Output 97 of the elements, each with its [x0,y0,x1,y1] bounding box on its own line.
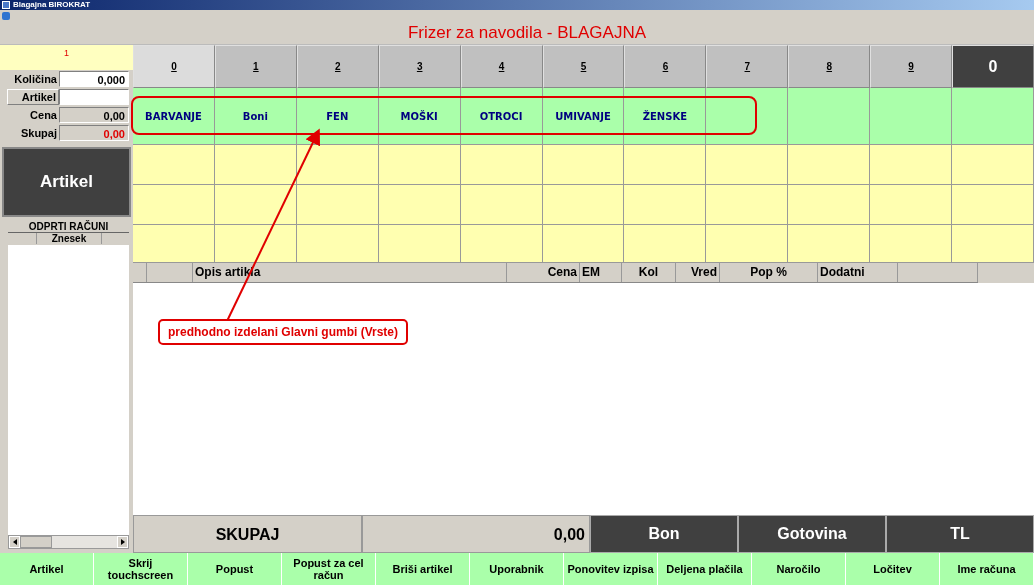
column-header: EM [580,263,622,282]
item-button[interactable] [378,225,461,263]
group-button[interactable]: UMIVANJE [542,88,625,145]
value-field[interactable]: 0,000 [59,70,129,87]
scroll-left-icon[interactable] [9,536,20,548]
number-key[interactable]: 6 [624,45,707,88]
number-key[interactable]: 4 [460,45,543,88]
number-key[interactable]: 5 [542,45,625,88]
item-button[interactable] [133,185,215,225]
item-button[interactable] [952,145,1034,185]
function-button[interactable]: Uporabnik [470,553,564,585]
field-label: Cena [29,108,58,121]
number-key[interactable]: 9 [870,45,953,88]
group-button[interactable] [952,88,1034,145]
item-button[interactable] [624,225,707,263]
number-key[interactable]: 1 [214,45,297,88]
column-header: Pop % [720,263,818,282]
number-key[interactable]: 3 [378,45,461,88]
function-button[interactable]: Ločitev [846,553,940,585]
scroll-thumb[interactable] [20,536,52,548]
value-field: 0,00 [59,106,129,123]
item-button[interactable] [214,145,297,185]
item-button[interactable] [788,225,871,263]
refresh-icon[interactable] [2,12,10,20]
item-button[interactable] [870,225,953,263]
item-button[interactable] [460,145,543,185]
item-button[interactable] [788,185,871,225]
app-icon [2,1,10,9]
function-button[interactable]: Ponovitev izpisa [564,553,658,585]
number-key[interactable]: 2 [296,45,379,88]
column-header: Znesek [37,233,102,244]
item-button[interactable] [706,225,789,263]
item-button[interactable] [296,145,379,185]
function-button[interactable]: Skrij touchscreen [94,553,188,585]
window-title: Blagajna BIROKRAT [13,0,91,10]
value-field[interactable] [59,88,129,105]
item-button[interactable] [542,185,625,225]
column-header: Cena [507,263,580,282]
function-button[interactable]: Artikel [0,553,94,585]
function-button[interactable]: Popust [188,553,282,585]
item-button[interactable] [870,145,953,185]
item-button[interactable] [624,145,707,185]
item-button[interactable] [133,225,215,263]
item-button[interactable] [624,185,707,225]
value-field: 0,00 [59,124,129,141]
item-button[interactable] [952,185,1034,225]
item-button[interactable] [952,225,1034,263]
item-button[interactable] [870,185,953,225]
field-label: Količina [13,72,58,85]
field-label[interactable]: Artikel [7,88,59,105]
group-button[interactable]: OTROCI [460,88,543,145]
item-button[interactable] [378,185,461,225]
field-label: Skupaj [19,126,58,139]
function-button[interactable]: Naročilo [752,553,846,585]
item-button[interactable] [460,185,543,225]
item-button[interactable] [214,185,297,225]
item-button[interactable] [460,225,543,263]
function-button[interactable]: Popust za cel račun [282,553,376,585]
screen-title: Frizer za navodila - BLAGAJNA [406,23,647,43]
annotation-callout: predhodno izdelani Glavni gumbi (Vrste) [158,319,409,345]
item-button[interactable] [296,225,379,263]
group-button[interactable]: Boni [214,88,297,145]
number-key[interactable]: 8 [788,45,871,88]
horizontal-scrollbar[interactable] [8,535,129,549]
item-button[interactable] [542,225,625,263]
group-button[interactable]: BARVANJE [133,88,215,145]
function-button[interactable]: Ime računa [940,553,1034,585]
payment-button[interactable]: Bon [590,515,738,553]
function-button[interactable]: Deljena plačila [658,553,752,585]
item-button[interactable] [706,185,789,225]
item-button[interactable] [706,145,789,185]
zero-key[interactable]: 0 [952,45,1034,88]
item-button[interactable] [214,225,297,263]
number-key[interactable]: 0 [133,45,215,88]
column-header: Vred [676,263,720,282]
item-button[interactable] [296,185,379,225]
item-button[interactable] [378,145,461,185]
item-button[interactable] [542,145,625,185]
group-button[interactable] [870,88,953,145]
payment-button[interactable]: TL [886,515,1034,553]
artikel-button[interactable]: Artikel [2,147,131,217]
number-key[interactable]: 7 [706,45,789,88]
group-button[interactable]: ŽENSKE [624,88,707,145]
column-header: Dodatni [818,263,898,282]
function-button[interactable]: Briši artikel [376,553,470,585]
group-button[interactable]: MOŠKI [378,88,461,145]
scroll-right-icon[interactable] [117,536,128,548]
item-button[interactable] [133,145,215,185]
group-button[interactable] [788,88,871,145]
total-label: SKUPAJ [133,515,362,553]
payment-button[interactable]: Gotovina [738,515,886,553]
group-button[interactable] [706,88,789,145]
total-value: 0,00 [362,515,590,553]
item-button[interactable] [788,145,871,185]
open-bills-title: ODPRTI RAČUNI [8,221,129,233]
column-header: Kol [622,263,676,282]
counter: 1 [0,45,133,70]
